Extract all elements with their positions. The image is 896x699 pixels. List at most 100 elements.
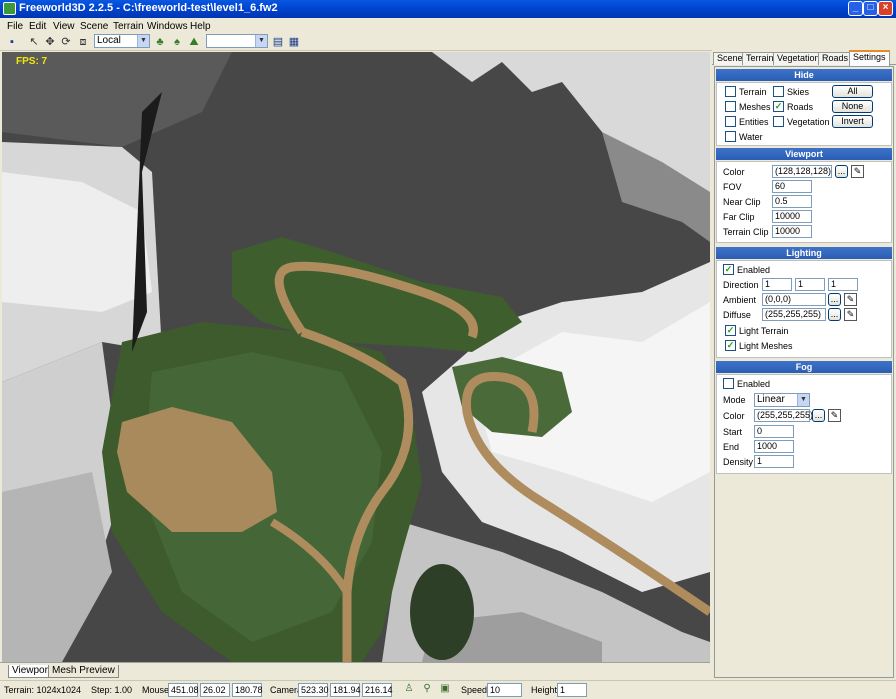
fog-mode-label: Mode [723, 395, 746, 405]
place-entity-icon[interactable]: ♠ [170, 36, 184, 49]
menu-help[interactable]: Help [190, 21, 211, 32]
hide-section: Terrain Skies All Meshes ✓ Roads None En… [716, 82, 892, 146]
fly-mode-icon[interactable]: ⚲ [421, 683, 433, 696]
select-arrow-icon[interactable]: ↖ [27, 36, 41, 49]
hide-water-label: Water [739, 132, 763, 142]
light-meshes-label: Light Meshes [739, 341, 793, 351]
direction-x-field[interactable]: 1 [762, 278, 792, 291]
direction-z-field[interactable]: 1 [828, 278, 858, 291]
coord-space-select[interactable]: Local ▼ [94, 34, 150, 48]
fog-start-field[interactable]: 0 [754, 425, 794, 438]
terrain-render [2, 52, 710, 662]
light-terrain-checkbox[interactable]: ✓ [725, 325, 736, 336]
menu-scene[interactable]: Scene [80, 21, 108, 32]
eyedropper-icon[interactable]: ✎ [828, 409, 841, 422]
light-meshes-checkbox[interactable]: ✓ [725, 340, 736, 351]
speed-field[interactable]: 10 [487, 683, 522, 697]
terrain-clip-label: Terrain Clip [723, 227, 769, 237]
mouse-z-value: 180.78 [232, 683, 263, 697]
ambient-browse-button[interactable]: ... [828, 293, 841, 306]
ambient-field[interactable]: (0,0,0) [762, 293, 826, 306]
fog-end-label: End [723, 442, 740, 452]
near-clip-label: Near Clip [723, 197, 761, 207]
camera-mode-icon[interactable]: ▣ [439, 683, 451, 696]
chevron-down-icon: ▼ [137, 35, 149, 47]
tab-roads[interactable]: Roads [818, 52, 853, 65]
diffuse-field[interactable]: (255,255,255) [762, 308, 826, 321]
minimize-button[interactable]: _ [848, 1, 863, 16]
place-object-icon[interactable]: ♣ [153, 36, 167, 49]
height-field[interactable]: 1 [557, 683, 587, 697]
viewport-color-browse-button[interactable]: ... [835, 165, 848, 178]
menu-windows[interactable]: Windows [147, 21, 188, 32]
hide-meshes-checkbox[interactable] [725, 101, 736, 112]
viewport-tabs: Viewport Mesh Preview [0, 662, 710, 678]
toolbar: ▪ ↖ ✥ ⟳ ⧈ Local ▼ ♣ ♠ ⛰ ▼ ▤ ▦ [0, 34, 896, 51]
menu-view[interactable]: View [53, 21, 75, 32]
tab-mesh-preview[interactable]: Mesh Preview [48, 665, 119, 678]
hide-entities-checkbox[interactable] [725, 116, 736, 127]
fov-field[interactable]: 60 [772, 180, 812, 193]
fog-color-field[interactable]: (255,255,255) [754, 409, 813, 422]
eyedropper-icon[interactable]: ✎ [844, 308, 857, 321]
far-clip-field[interactable]: 10000 [772, 210, 812, 223]
secondary-select[interactable]: ▼ [206, 34, 268, 48]
hide-roads-checkbox[interactable]: ✓ [773, 101, 784, 112]
maximize-button[interactable]: □ [863, 1, 878, 16]
move-icon[interactable]: ✥ [43, 36, 57, 49]
properties-icon[interactable]: ▦ [287, 36, 301, 49]
tab-vegetation[interactable]: Vegetation [773, 52, 824, 65]
terrain-clip-field[interactable]: 10000 [772, 225, 812, 238]
viewport-3d[interactable]: FPS: 7 [2, 52, 710, 662]
chevron-down-icon: ▼ [797, 394, 809, 406]
hide-none-button[interactable]: None [832, 100, 873, 113]
hide-section-title: Hide [716, 69, 892, 81]
rotate-icon[interactable]: ⟳ [59, 36, 73, 49]
scale-icon[interactable]: ⧈ [76, 36, 90, 49]
hide-entities-label: Entities [739, 117, 769, 127]
fog-density-field[interactable]: 1 [754, 455, 794, 468]
fog-density-label: Density [723, 457, 754, 467]
viewport-color-label: Color [723, 167, 745, 177]
near-clip-field[interactable]: 0.5 [772, 195, 812, 208]
mouse-y-value: 26.02 [200, 683, 230, 697]
hide-vegetation-checkbox[interactable] [773, 116, 784, 127]
diffuse-browse-button[interactable]: ... [828, 308, 841, 321]
app-icon [3, 2, 16, 15]
coord-space-value: Local [97, 35, 121, 46]
viewport-color-field[interactable]: (128,128,128) [772, 165, 832, 178]
hide-water-checkbox[interactable] [725, 131, 736, 142]
terrain-edit-icon[interactable]: ⛰ [187, 36, 201, 49]
close-button[interactable]: × [878, 1, 893, 16]
walk-mode-icon[interactable]: ♙ [403, 683, 415, 696]
fog-end-field[interactable]: 1000 [754, 440, 794, 453]
hide-terrain-checkbox[interactable] [725, 86, 736, 97]
hide-all-button[interactable]: All [832, 85, 873, 98]
mouse-x-value: 451.08 [168, 683, 199, 697]
tab-settings[interactable]: Settings [849, 50, 890, 66]
save-icon[interactable]: ▪ [5, 36, 19, 49]
eyedropper-icon[interactable]: ✎ [844, 293, 857, 306]
hide-vegetation-label: Vegetation [787, 117, 830, 127]
camera-y-value: 181.94 [330, 683, 361, 697]
fog-enabled-checkbox[interactable] [723, 378, 734, 389]
fog-mode-select[interactable]: Linear ▼ [754, 393, 810, 407]
title-bar: Freeworld3D 2.2.5 - C:\freeworld-test\le… [0, 0, 896, 18]
lighting-enabled-checkbox[interactable]: ✓ [723, 264, 734, 275]
direction-y-field[interactable]: 1 [795, 278, 825, 291]
light-terrain-label: Light Terrain [739, 326, 789, 336]
settings-panel: Scene Terrain Vegetation Roads Settings … [712, 50, 896, 678]
document-icon[interactable]: ▤ [271, 36, 285, 49]
hide-skies-checkbox[interactable] [773, 86, 784, 97]
menu-file[interactable]: File [7, 21, 23, 32]
hide-roads-label: Roads [787, 102, 814, 112]
fog-color-label: Color [723, 411, 745, 421]
fog-color-browse-button[interactable]: ... [812, 409, 825, 422]
menu-edit[interactable]: Edit [29, 21, 46, 32]
eyedropper-icon[interactable]: ✎ [851, 165, 864, 178]
lighting-section-title: Lighting [716, 247, 892, 259]
hide-invert-button[interactable]: Invert [832, 115, 873, 128]
panel-tabs: Scene Terrain Vegetation Roads Settings [712, 50, 896, 66]
menu-terrain[interactable]: Terrain [113, 21, 144, 32]
fog-enabled-label: Enabled [737, 379, 771, 389]
